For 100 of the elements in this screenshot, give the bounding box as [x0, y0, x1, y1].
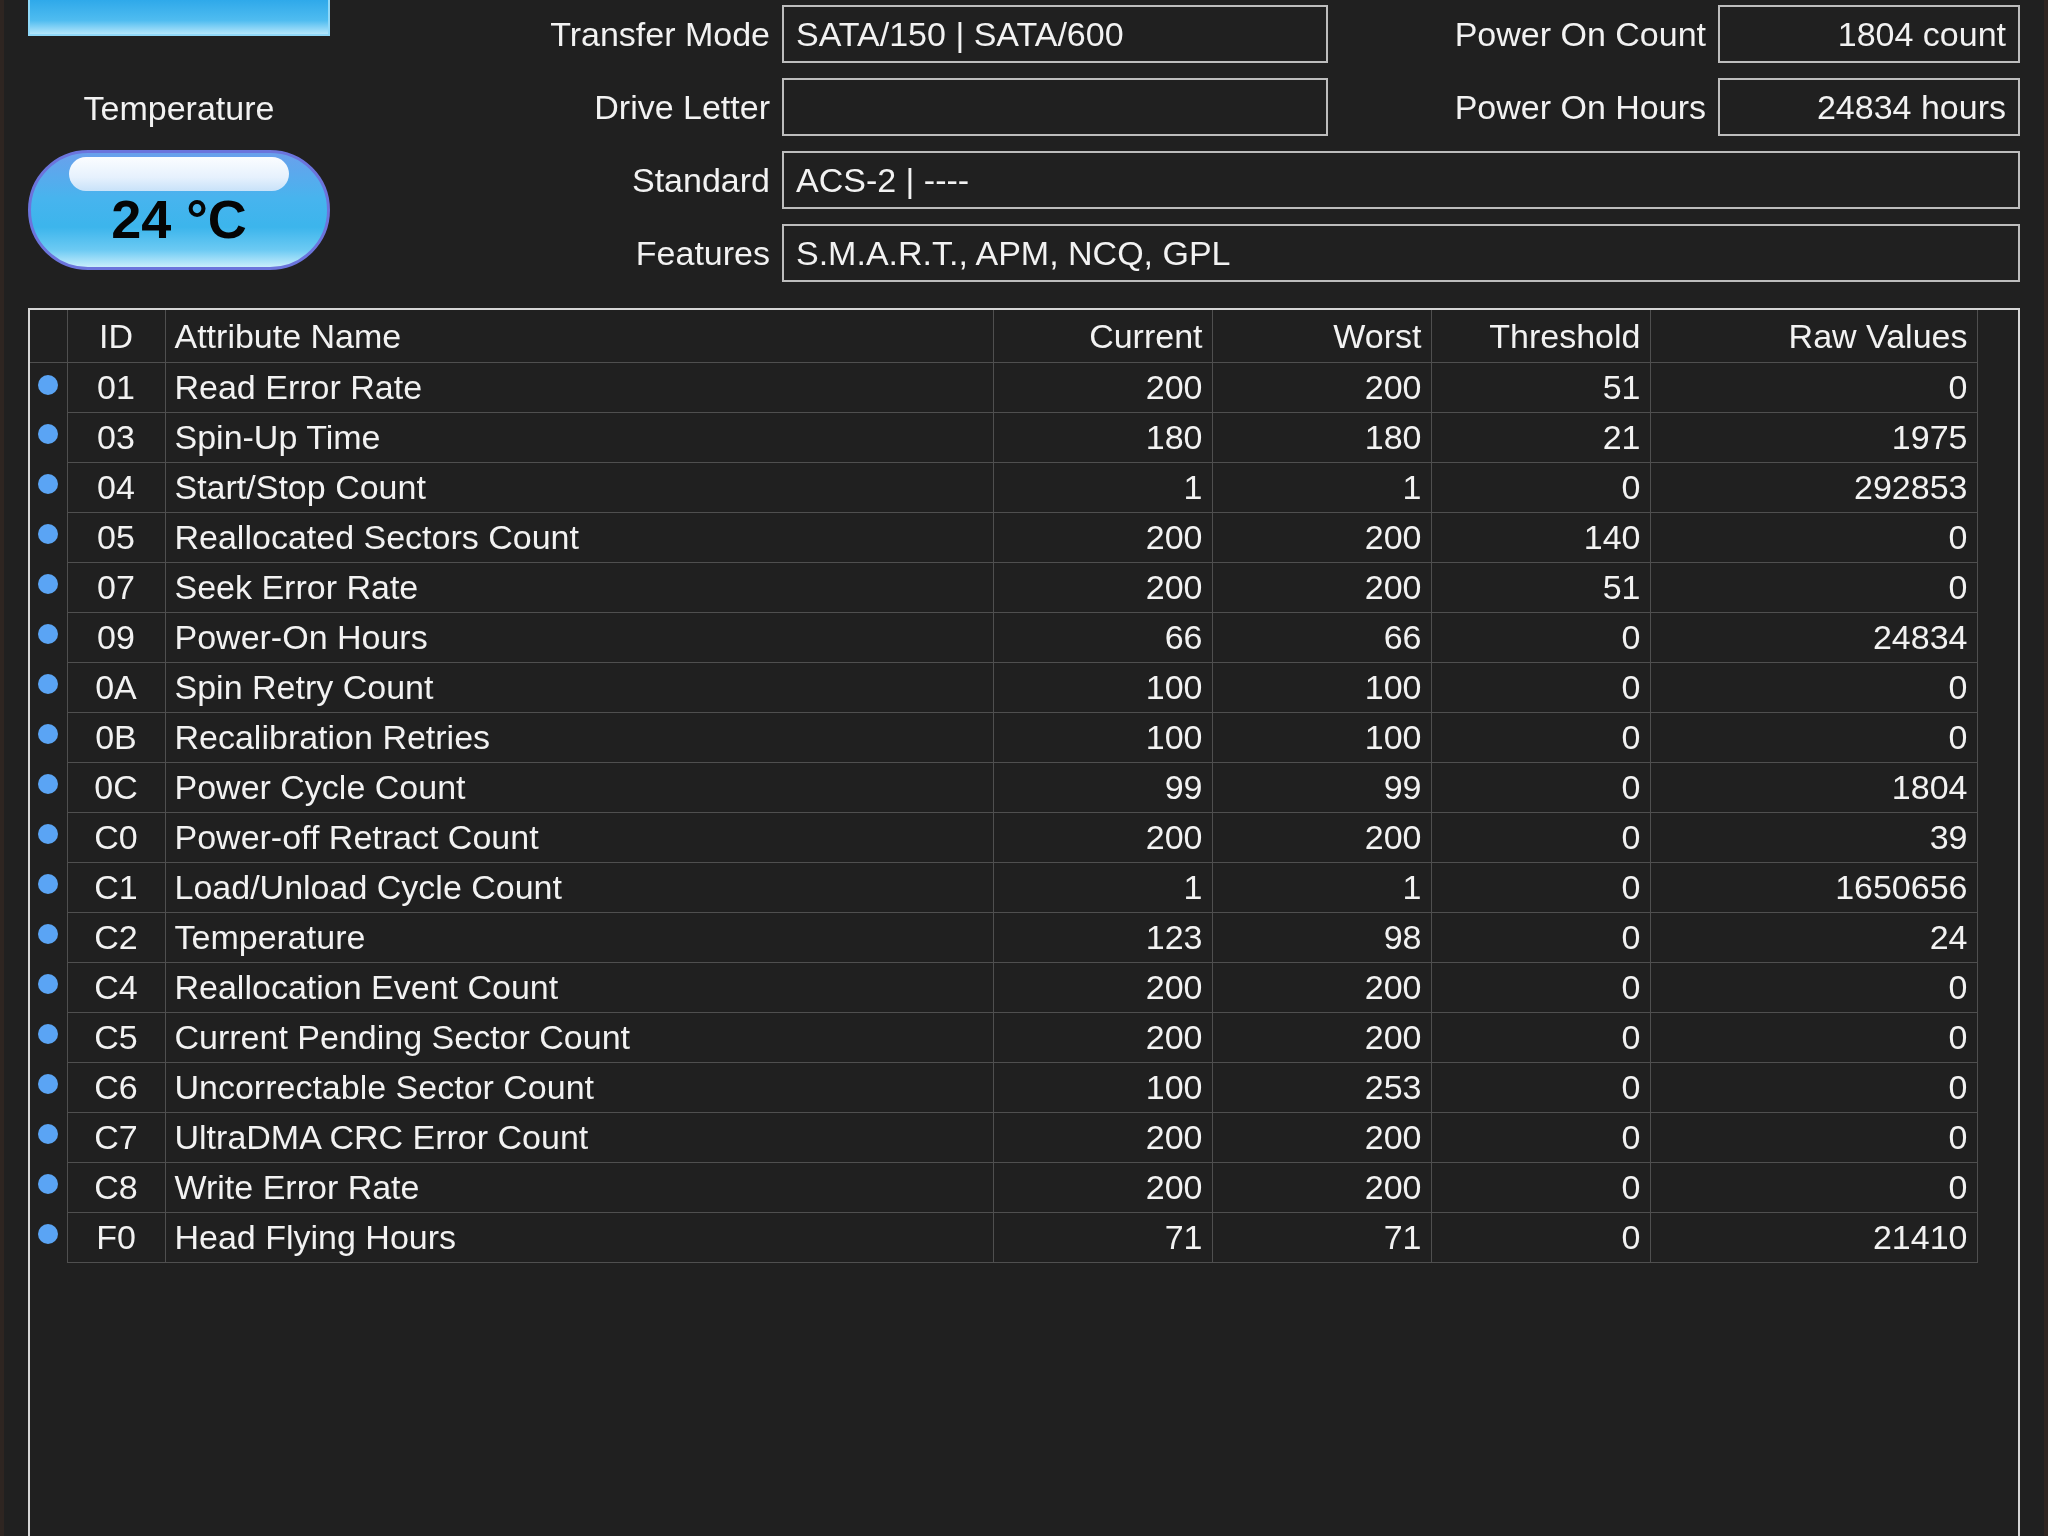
table-cell: Read Error Rate: [165, 362, 993, 412]
table-cell: 05: [67, 512, 165, 562]
table-cell: Power-On Hours: [165, 612, 993, 662]
table-cell: 200: [993, 1112, 1212, 1162]
table-cell: 0: [1431, 962, 1650, 1012]
column-header[interactable]: ID: [67, 310, 165, 362]
column-header[interactable]: Attribute Name: [165, 310, 993, 362]
field-label: Standard: [632, 160, 771, 200]
table-cell: C6: [67, 1062, 165, 1112]
table-cell: C5: [67, 1012, 165, 1062]
table-cell: 0: [1650, 1162, 1977, 1212]
table-cell: 253: [1212, 1062, 1431, 1112]
table-cell: Uncorrectable Sector Count: [165, 1062, 993, 1112]
table-cell: 0: [1431, 1012, 1650, 1062]
table-cell: Seek Error Rate: [165, 562, 993, 612]
table-cell: 0: [1431, 662, 1650, 712]
table-cell: 0: [1431, 612, 1650, 662]
table-cell: 100: [993, 1062, 1212, 1112]
value-field: SATA/150 | SATA/600: [782, 5, 1328, 63]
table-cell: 0: [1431, 1212, 1650, 1262]
table-cell: 0: [1431, 862, 1650, 912]
value-field: S.M.A.R.T., APM, NCQ, GPL: [782, 224, 2020, 282]
table-cell: Current Pending Sector Count: [165, 1012, 993, 1062]
table-cell: 200: [1212, 1012, 1431, 1062]
table-cell: 0: [1650, 712, 1977, 762]
table-cell: 0: [1650, 1112, 1977, 1162]
value-field: 1804 count: [1718, 5, 2020, 63]
table-cell: 03: [67, 412, 165, 462]
table-cell: 0: [1650, 512, 1977, 562]
table-cell: 24: [1650, 912, 1977, 962]
table-cell: Spin Retry Count: [165, 662, 993, 712]
table-cell: 39: [1650, 812, 1977, 862]
table-cell: 98: [1212, 912, 1431, 962]
table-cell: Reallocated Sectors Count: [165, 512, 993, 562]
health-status-button[interactable]: [28, 0, 330, 36]
table-cell: 99: [1212, 762, 1431, 812]
table-cell: C8: [67, 1162, 165, 1212]
table-cell: 200: [993, 1162, 1212, 1212]
table-cell: UltraDMA CRC Error Count: [165, 1112, 993, 1162]
table-cell: 0: [1650, 962, 1977, 1012]
table-cell: 24834: [1650, 612, 1977, 662]
table-cell: 100: [1212, 662, 1431, 712]
table-cell: 66: [1212, 612, 1431, 662]
table-cell: 1975: [1650, 412, 1977, 462]
table-cell: 200: [1212, 1162, 1431, 1212]
field-label: Power On Hours: [1454, 87, 1707, 127]
table-cell: 09: [67, 612, 165, 662]
table-cell: 180: [1212, 412, 1431, 462]
column-header[interactable]: Raw Values: [1650, 310, 1977, 362]
table-cell: 0: [1431, 1162, 1650, 1212]
table-cell: Spin-Up Time: [165, 412, 993, 462]
table-cell: 200: [993, 1012, 1212, 1062]
table-cell: Reallocation Event Count: [165, 962, 993, 1012]
table-cell: Load/Unload Cycle Count: [165, 862, 993, 912]
table-cell: 200: [1212, 962, 1431, 1012]
table-cell: 1: [993, 862, 1212, 912]
value-field: 24834 hours: [1718, 78, 2020, 136]
column-header[interactable]: Current: [993, 310, 1212, 362]
table-cell: 200: [993, 362, 1212, 412]
table-cell: 71: [993, 1212, 1212, 1262]
table-cell: C0: [67, 812, 165, 862]
table-cell: 0: [1431, 1062, 1650, 1112]
table-cell: Start/Stop Count: [165, 462, 993, 512]
table-cell: 200: [1212, 562, 1431, 612]
table-cell: 04: [67, 462, 165, 512]
table-cell: 100: [1212, 712, 1431, 762]
table-cell: 51: [1431, 362, 1650, 412]
table-cell: 71: [1212, 1212, 1431, 1262]
column-header[interactable]: Threshold: [1431, 310, 1650, 362]
table-cell: 07: [67, 562, 165, 612]
table-cell: 0B: [67, 712, 165, 762]
table-cell: 292853: [1650, 462, 1977, 512]
table-cell: 1: [1212, 462, 1431, 512]
table-cell: Recalibration Retries: [165, 712, 993, 762]
field-label: Features: [635, 233, 771, 273]
table-cell: 100: [993, 662, 1212, 712]
table-cell: 200: [1212, 512, 1431, 562]
column-header[interactable]: Worst: [1212, 310, 1431, 362]
table-cell: Write Error Rate: [165, 1162, 993, 1212]
table-cell: C2: [67, 912, 165, 962]
table-cell: Head Flying Hours: [165, 1212, 993, 1262]
table-cell: 200: [993, 512, 1212, 562]
table-cell: 0: [1431, 812, 1650, 862]
temperature-label: Temperature: [82, 88, 276, 128]
table-cell: C7: [67, 1112, 165, 1162]
table-cell: 21410: [1650, 1212, 1977, 1262]
table-cell: 21: [1431, 412, 1650, 462]
value-field: ACS-2 | ----: [782, 151, 2020, 209]
table-cell: 1: [1212, 862, 1431, 912]
table-cell: 140: [1431, 512, 1650, 562]
table-cell: C4: [67, 962, 165, 1012]
table-cell: 200: [993, 962, 1212, 1012]
table-cell: Power Cycle Count: [165, 762, 993, 812]
field-label: Power On Count: [1454, 14, 1707, 54]
table-cell: 99: [993, 762, 1212, 812]
table-cell: C1: [67, 862, 165, 912]
table-cell: 51: [1431, 562, 1650, 612]
table-cell: 0: [1431, 462, 1650, 512]
table-cell: 200: [993, 562, 1212, 612]
table-cell: Temperature: [165, 912, 993, 962]
